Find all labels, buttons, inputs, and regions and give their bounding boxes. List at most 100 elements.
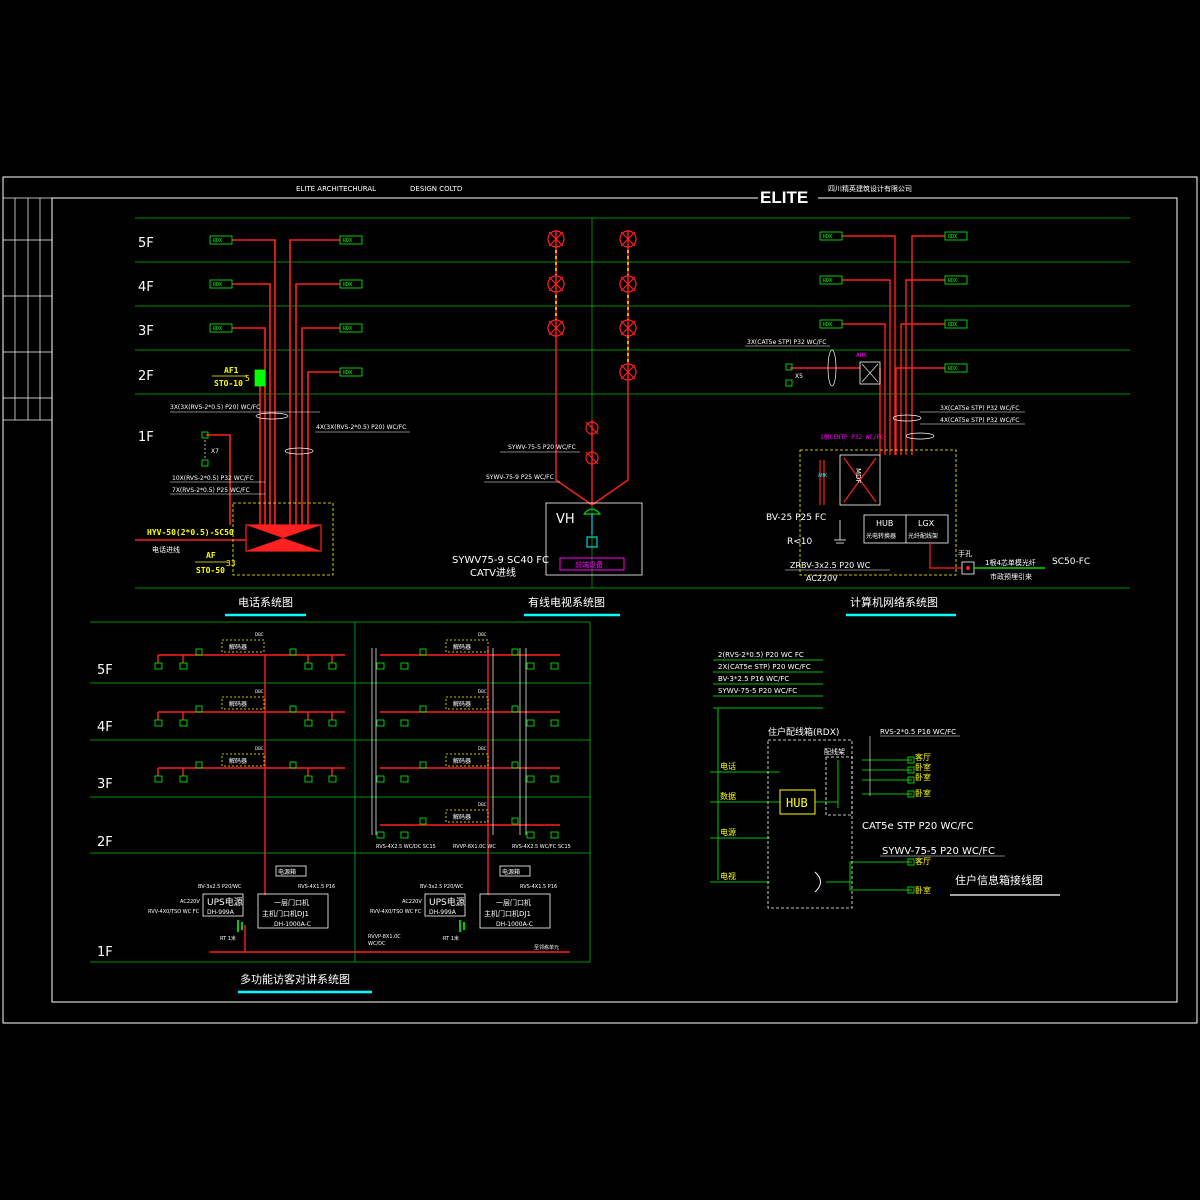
dbc-label: DBC xyxy=(478,689,487,694)
rvs-label: RVS-2*0.5 P16 WC/FC xyxy=(880,728,956,736)
floor-3f: 3F xyxy=(97,777,113,792)
sywv-label: SYWV-75-5 P20 WC/FC xyxy=(882,846,995,857)
af1-label: AF1 xyxy=(224,366,239,375)
decoder-label: 解码器 xyxy=(453,700,471,708)
sc50-label: SC50-FC xyxy=(1052,557,1090,567)
floor-4f: 4F xyxy=(138,280,154,295)
dh999-label: DH-999A xyxy=(207,909,235,916)
rvs-a-label: RVS-4X1.5 P16 xyxy=(520,884,557,890)
fiber-in-label: 1根4芯单模光纤 xyxy=(985,558,1036,567)
rdx-label: RDX xyxy=(213,326,222,332)
decoder-label: 解码器 xyxy=(453,643,471,651)
phone-label: 电话 xyxy=(720,761,736,771)
dbc-label: DBC xyxy=(255,689,264,694)
num5-label: 5 xyxy=(245,374,250,383)
living-label: 客厅 xyxy=(915,752,931,762)
cat5-label: CAT5e STP P20 WC/FC xyxy=(862,821,973,832)
cat5-4x-label: 4X(CAT5e STP) P32 WC/FC xyxy=(940,417,1019,424)
ac220-label: AC220V xyxy=(402,899,422,905)
bedroom-label-4: 卧室 xyxy=(915,885,931,895)
catv-system: SYWV-75-5 P20 WC/FC SYWV-75-9 P25 WC/FC … xyxy=(452,218,643,617)
hub-label: HUB xyxy=(876,519,893,528)
main-phone-label: 主机门口机DJ1 xyxy=(262,909,309,918)
phone-title: 电话系统图 xyxy=(238,596,293,609)
ups-label: UPS电源 xyxy=(429,896,465,908)
rdx-label: RDX xyxy=(948,278,957,284)
rt1-label: RT 1米 xyxy=(220,935,236,942)
floor-1f: 1F xyxy=(97,945,113,960)
hub-cn-label: 光电转换器 xyxy=(866,532,896,540)
floor-5f: 5F xyxy=(138,236,154,251)
decoder-label: 解码器 xyxy=(453,813,471,821)
rdx-label: RDX xyxy=(213,282,222,288)
rdx-label: RDX xyxy=(823,322,832,328)
rdx-label: RDX xyxy=(948,322,957,328)
main-phone-label: 主机门口机DJ1 xyxy=(484,909,531,918)
power-box-label: 电源箱 xyxy=(278,868,296,876)
floor-1f: 1F xyxy=(138,430,154,445)
rack-label: 配线架 xyxy=(824,747,845,756)
cable-7x-label: 7X(RVS-2*0.5) P25 WC/FC xyxy=(172,487,250,494)
ac220-label: AC220V xyxy=(806,574,838,583)
intercom-system: 5F 4F 3F 2F 1F 解码器 解码器 解码器 解码器 解码器 解码器 解… xyxy=(90,621,591,994)
sc40-label: SYWV75-9 SC40 FC xyxy=(452,555,549,566)
zrbv-label: ZRBV-3x2.5 P20 WC xyxy=(790,561,871,570)
hand-label: 手孔 xyxy=(958,549,972,558)
rvvp2-label: RVVP-8X1.0C xyxy=(368,934,401,940)
incoming-label: 电话进线 xyxy=(152,545,180,554)
dbc-label: DBC xyxy=(478,746,487,751)
decoder-label: 解码器 xyxy=(453,757,471,765)
cable-4x-label: 4X(3X(RVS-2*0.5) P20) WC/FC xyxy=(316,424,406,431)
legend-1: 2(RVS-2*0.5) P20 WC FC xyxy=(718,651,804,659)
sto10-label: STO-10 xyxy=(214,379,243,388)
rdx-label: RDX xyxy=(343,370,352,376)
door-phone-label: 一层门口机 xyxy=(496,898,531,907)
logo: ELITE xyxy=(760,188,808,207)
floor-5f: 5F xyxy=(97,663,113,678)
lgx-label: LGX xyxy=(918,519,935,528)
dbc-label: DBC xyxy=(255,632,264,637)
rdx-label: RDX xyxy=(823,278,832,284)
intercom-title: 多功能访客对讲系统图 xyxy=(240,972,350,986)
mdf-label: MDF xyxy=(854,468,862,483)
hub-label: HUB xyxy=(786,796,808,810)
title-block xyxy=(2,197,53,421)
bv-a-label: BV-3x2.5 P20/WC xyxy=(420,884,464,890)
front-device-label: 前端设备 xyxy=(575,560,603,569)
dh999-label: DH-999A xyxy=(429,909,457,916)
rvs-a-label: RVS-4X1.5 P16 xyxy=(298,884,335,890)
ahk-label: AHK xyxy=(856,352,867,359)
rdx-box xyxy=(767,739,853,909)
rdx-label: RDX xyxy=(343,326,352,332)
rdx-label: RDX xyxy=(948,234,957,240)
rdx-label: RDX xyxy=(343,238,352,244)
firm-en-1: ELITE ARCHITECHURAL xyxy=(296,185,376,193)
rt1-label: RT 1米 xyxy=(443,935,459,942)
ups-label: UPS电源 xyxy=(207,896,243,908)
firm-cn: 四川精英建筑设计有限公司 xyxy=(828,184,912,193)
decoder-label: 解码器 xyxy=(229,700,247,708)
sywv-p25-label: SYWV-75-9 P25 WC/FC xyxy=(486,474,554,481)
af-label: AF xyxy=(206,551,216,560)
power-label: 电源 xyxy=(720,827,736,837)
dh1000-label: DH-1000A-C xyxy=(274,921,311,928)
decoder-label: 解码器 xyxy=(229,643,247,651)
floor-2f: 2F xyxy=(138,369,154,384)
bedroom-label: 卧室 xyxy=(915,762,931,772)
hyv-label: HYV-50(2*0.5)-SC50 xyxy=(147,528,234,537)
x5-label: X5 xyxy=(795,373,803,380)
r10-label: R<10 xyxy=(787,537,813,547)
dbc-label: DBC xyxy=(478,632,487,637)
rvv-label: RVV-4X0/TSO WC FC xyxy=(370,909,422,915)
rvv-label: RVV-4X0/TSO WC FC xyxy=(148,909,200,915)
info-box-system: 2(RVS-2*0.5) P20 WC FC 2X(CAT5e STP) P20… xyxy=(710,651,1060,909)
power-box-label: 电源箱 xyxy=(502,868,520,876)
x7-label: X7 xyxy=(211,448,219,455)
network-system: RDX RDX RDX RDX RDX RDX RDX 3X(CAT5e STP… xyxy=(745,231,1090,617)
cat5-3x-b-label: 3X(CAT5e STP) P32 WC/FC xyxy=(940,405,1019,412)
firm-en-2: DESIGN COLTD xyxy=(410,185,462,193)
floor-4f: 4F xyxy=(97,720,113,735)
door-phone-label: 一层门口机 xyxy=(274,898,309,907)
tv-label: 电视 xyxy=(720,871,736,881)
lgx-cn-label: 光纤配线架 xyxy=(908,532,938,540)
